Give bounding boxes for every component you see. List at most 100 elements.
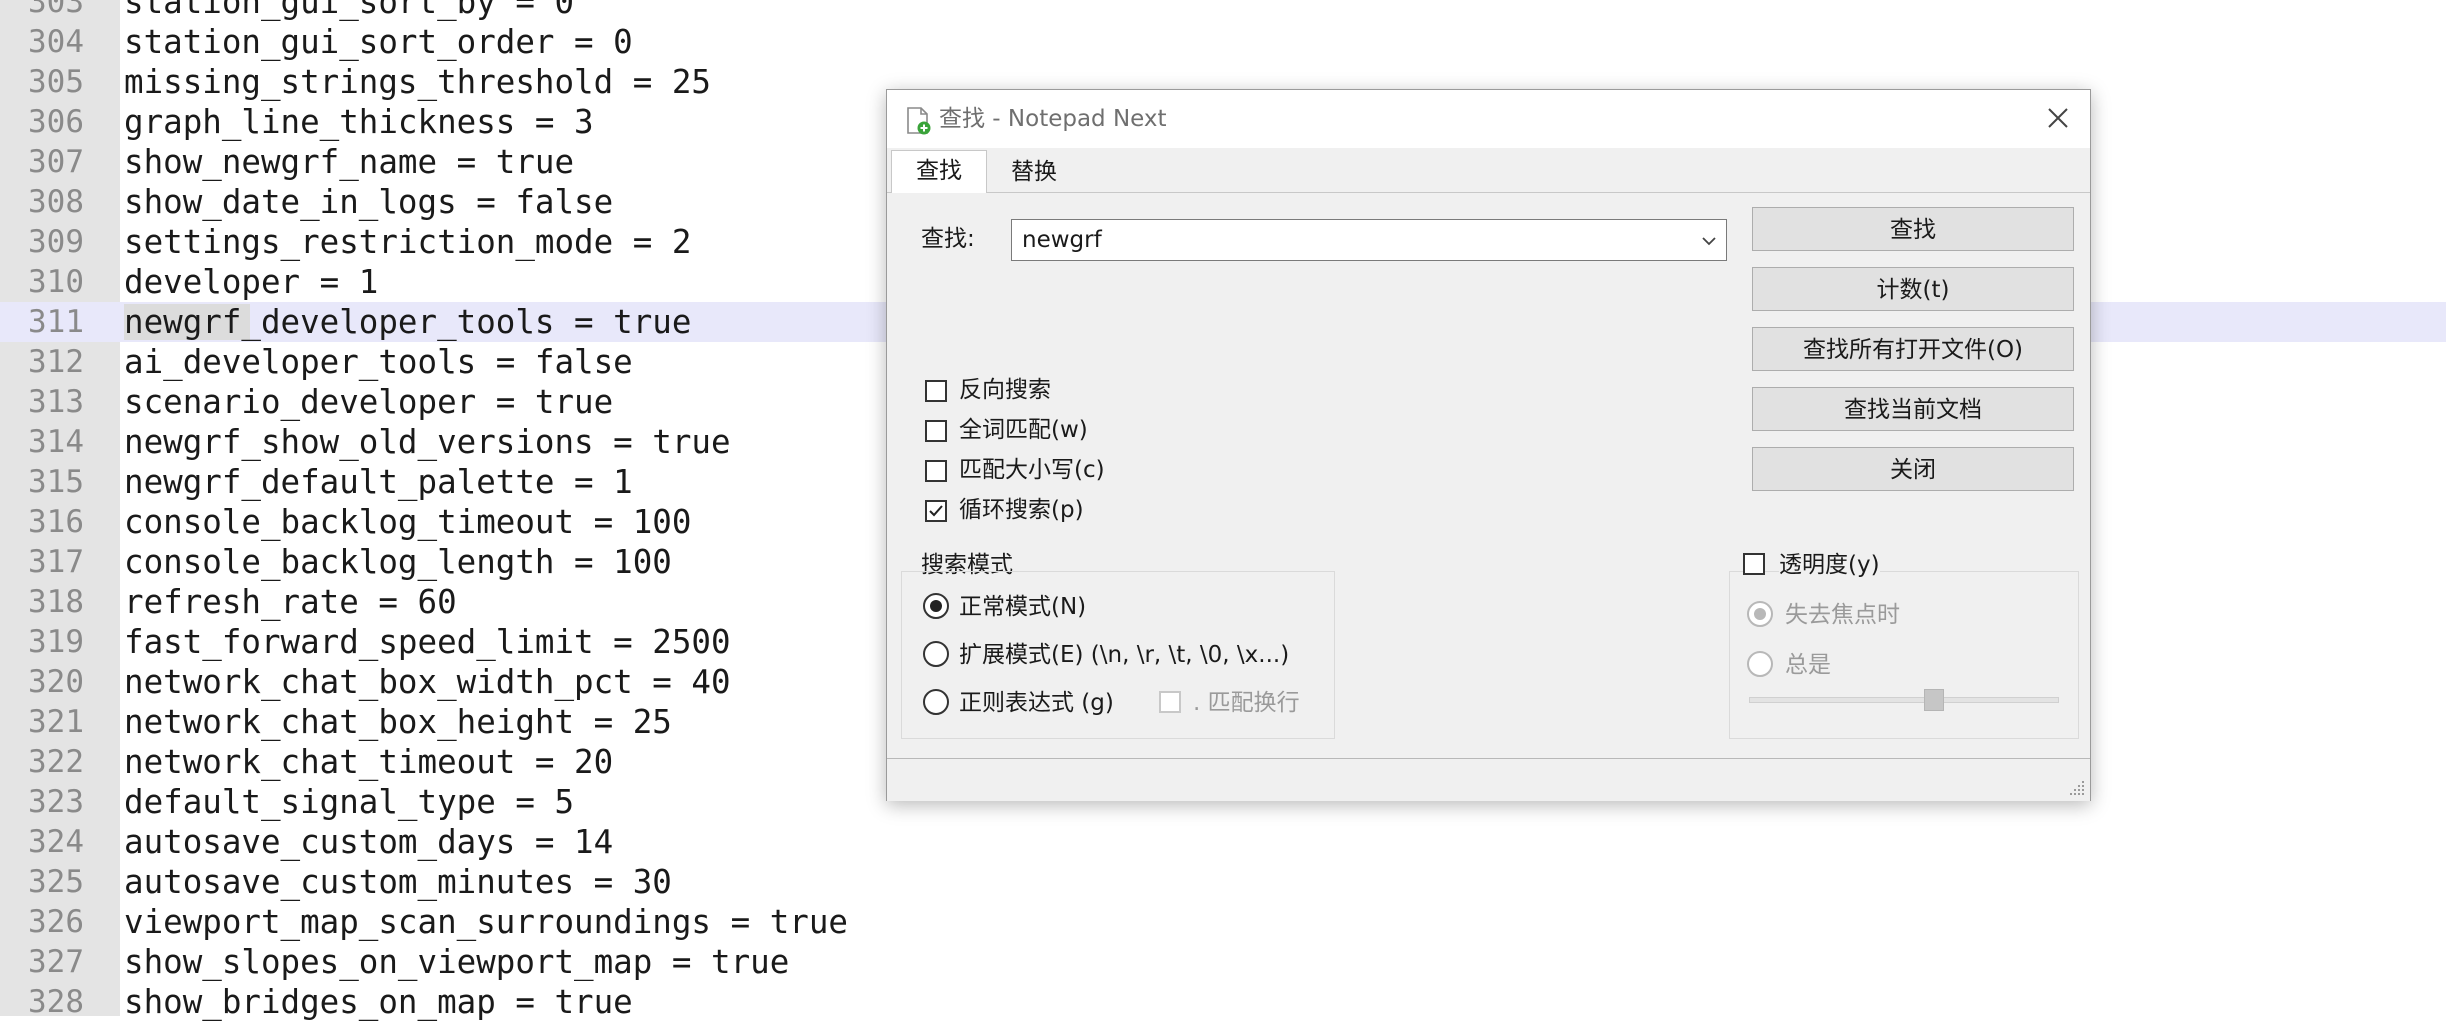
line-text[interactable]: developer = 1 <box>124 262 378 302</box>
line-number: 321 <box>28 704 84 740</box>
line-text[interactable]: refresh_rate = 60 <box>124 582 457 622</box>
line-number: 320 <box>28 664 84 700</box>
line-text[interactable]: network_chat_timeout = 20 <box>124 742 613 782</box>
line-number: 326 <box>28 904 84 940</box>
count-button[interactable]: 计数(t) <box>1752 267 2074 311</box>
resize-grip-icon[interactable] <box>2066 777 2086 797</box>
line-number: 312 <box>28 344 84 380</box>
transparency-slider-track[interactable] <box>1749 697 2059 703</box>
find-all-open-files-button[interactable]: 查找所有打开文件(O) <box>1752 327 2074 371</box>
line-text[interactable]: console_backlog_length = 100 <box>124 542 672 582</box>
line-text[interactable]: station_gui_sort_order = 0 <box>124 22 633 62</box>
line-text[interactable]: network_chat_box_height = 25 <box>124 702 672 742</box>
line-text[interactable]: newgrf_developer_tools = true <box>124 302 691 342</box>
line-text[interactable]: viewport_map_scan_surroundings = true <box>124 902 848 942</box>
find-input-value: newgrf <box>1022 227 1102 253</box>
match-case-checkbox[interactable] <box>925 460 947 482</box>
tab-replace[interactable]: 替换 <box>987 152 1081 192</box>
transparency-checkbox[interactable] <box>1743 553 1765 575</box>
code-line[interactable]: 324 autosave_custom_days = 14 <box>0 822 2446 862</box>
normal-mode-radio[interactable] <box>923 593 949 619</box>
line-text[interactable]: show_newgrf_name = true <box>124 142 574 182</box>
code-line[interactable]: 304 station_gui_sort_order = 0 <box>0 22 2446 62</box>
line-text[interactable]: console_backlog_timeout = 100 <box>124 502 691 542</box>
line-number: 327 <box>28 944 84 980</box>
whole-word-label: 全词匹配(w) <box>959 417 1088 443</box>
line-text[interactable]: network_chat_box_width_pct = 40 <box>124 662 731 702</box>
line-text[interactable]: missing_strings_threshold = 25 <box>124 62 711 102</box>
dialog-statusbar <box>887 758 2090 801</box>
line-text[interactable]: autosave_custom_days = 14 <box>124 822 613 862</box>
regex-mode-label: 正则表达式 (g) <box>959 690 1114 716</box>
match-case-label: 匹配大小写(c) <box>959 457 1105 483</box>
line-text[interactable]: fast_forward_speed_limit = 2500 <box>124 622 731 662</box>
dot-matches-newline-checkbox[interactable] <box>1159 691 1181 713</box>
line-text[interactable]: newgrf_default_palette = 1 <box>124 462 633 502</box>
dialog-titlebar[interactable]: 查找 - Notepad Next <box>887 90 2090 148</box>
dialog-title: 查找 - Notepad Next <box>939 106 1167 132</box>
line-text[interactable]: scenario_developer = true <box>124 382 613 422</box>
transparency-label: 透明度(y) <box>1779 549 1880 581</box>
line-text[interactable]: settings_restriction_mode = 2 <box>124 222 691 262</box>
code-line[interactable]: 326 viewport_map_scan_surroundings = true <box>0 902 2446 942</box>
line-text[interactable]: newgrf_show_old_versions = true <box>124 422 731 462</box>
line-number: 324 <box>28 824 84 860</box>
line-number: 316 <box>28 504 84 540</box>
on-lose-focus-radio[interactable] <box>1747 601 1773 627</box>
code-line[interactable]: 303 station_gui_sort_by = 0 <box>0 0 2446 22</box>
find-panel: 查找: newgrf 查找 计数(t) 查找所有打开文件(O) 查找当前文档 关… <box>887 193 2090 758</box>
line-text[interactable]: show_bridges_on_map = true <box>124 982 633 1022</box>
whole-word-checkbox[interactable] <box>925 420 947 442</box>
tab-find[interactable]: 查找 <box>891 150 987 194</box>
line-number: 305 <box>28 64 84 100</box>
line-number: 322 <box>28 744 84 780</box>
checkmark-icon <box>929 505 943 517</box>
close-icon[interactable] <box>2036 96 2080 140</box>
line-text[interactable]: show_date_in_logs = false <box>124 182 613 222</box>
line-number: 306 <box>28 104 84 140</box>
chevron-down-icon[interactable] <box>1698 230 1720 252</box>
line-number: 310 <box>28 264 84 300</box>
dot-matches-newline-label: . 匹配换行 <box>1193 690 1300 716</box>
normal-mode-label: 正常模式(N) <box>959 594 1087 620</box>
line-number: 319 <box>28 624 84 660</box>
line-text[interactable]: station_gui_sort_by = 0 <box>124 0 574 22</box>
line-number: 318 <box>28 584 84 620</box>
find-in-current-document-button[interactable]: 查找当前文档 <box>1752 387 2074 431</box>
backward-search-checkbox[interactable] <box>925 380 947 402</box>
line-number: 314 <box>28 424 84 460</box>
transparency-slider-thumb[interactable] <box>1924 689 1944 711</box>
find-dialog: 查找 - Notepad Next 查找 替换 查找: newgrf 查找 计数… <box>886 89 2091 801</box>
backward-search-label: 反向搜索 <box>959 377 1051 403</box>
find-input[interactable]: newgrf <box>1011 219 1727 261</box>
line-number: 303 <box>28 0 84 20</box>
find-label: 查找: <box>921 226 975 252</box>
line-number: 313 <box>28 384 84 420</box>
line-text[interactable]: autosave_custom_minutes = 30 <box>124 862 672 902</box>
line-text[interactable]: graph_line_thickness = 3 <box>124 102 594 142</box>
line-number: 307 <box>28 144 84 180</box>
line-text[interactable]: show_slopes_on_viewport_map = true <box>124 942 789 982</box>
tab-bar: 查找 替换 <box>887 148 2090 194</box>
line-number: 325 <box>28 864 84 900</box>
line-number: 328 <box>28 984 84 1020</box>
wrap-search-checkbox[interactable] <box>925 500 947 522</box>
code-line[interactable]: 327 show_slopes_on_viewport_map = true <box>0 942 2446 982</box>
extended-mode-radio[interactable] <box>923 641 949 667</box>
always-label: 总是 <box>1785 652 1831 678</box>
line-number: 315 <box>28 464 84 500</box>
find-button[interactable]: 查找 <box>1752 207 2074 251</box>
line-number: 323 <box>28 784 84 820</box>
regex-mode-radio[interactable] <box>923 689 949 715</box>
transparency-group <box>1729 571 2079 739</box>
extended-mode-label: 扩展模式(E) (\n, \r, \t, \0, \x...) <box>959 642 1290 668</box>
line-text[interactable]: default_signal_type = 5 <box>124 782 574 822</box>
wrap-search-label: 循环搜索(p) <box>959 497 1084 523</box>
line-text[interactable]: ai_developer_tools = false <box>124 342 633 382</box>
document-plus-icon <box>907 107 931 135</box>
on-lose-focus-label: 失去焦点时 <box>1785 602 1900 628</box>
code-line[interactable]: 325 autosave_custom_minutes = 30 <box>0 862 2446 902</box>
close-button[interactable]: 关闭 <box>1752 447 2074 491</box>
always-radio[interactable] <box>1747 651 1773 677</box>
code-line[interactable]: 328 show_bridges_on_map = true <box>0 982 2446 1022</box>
